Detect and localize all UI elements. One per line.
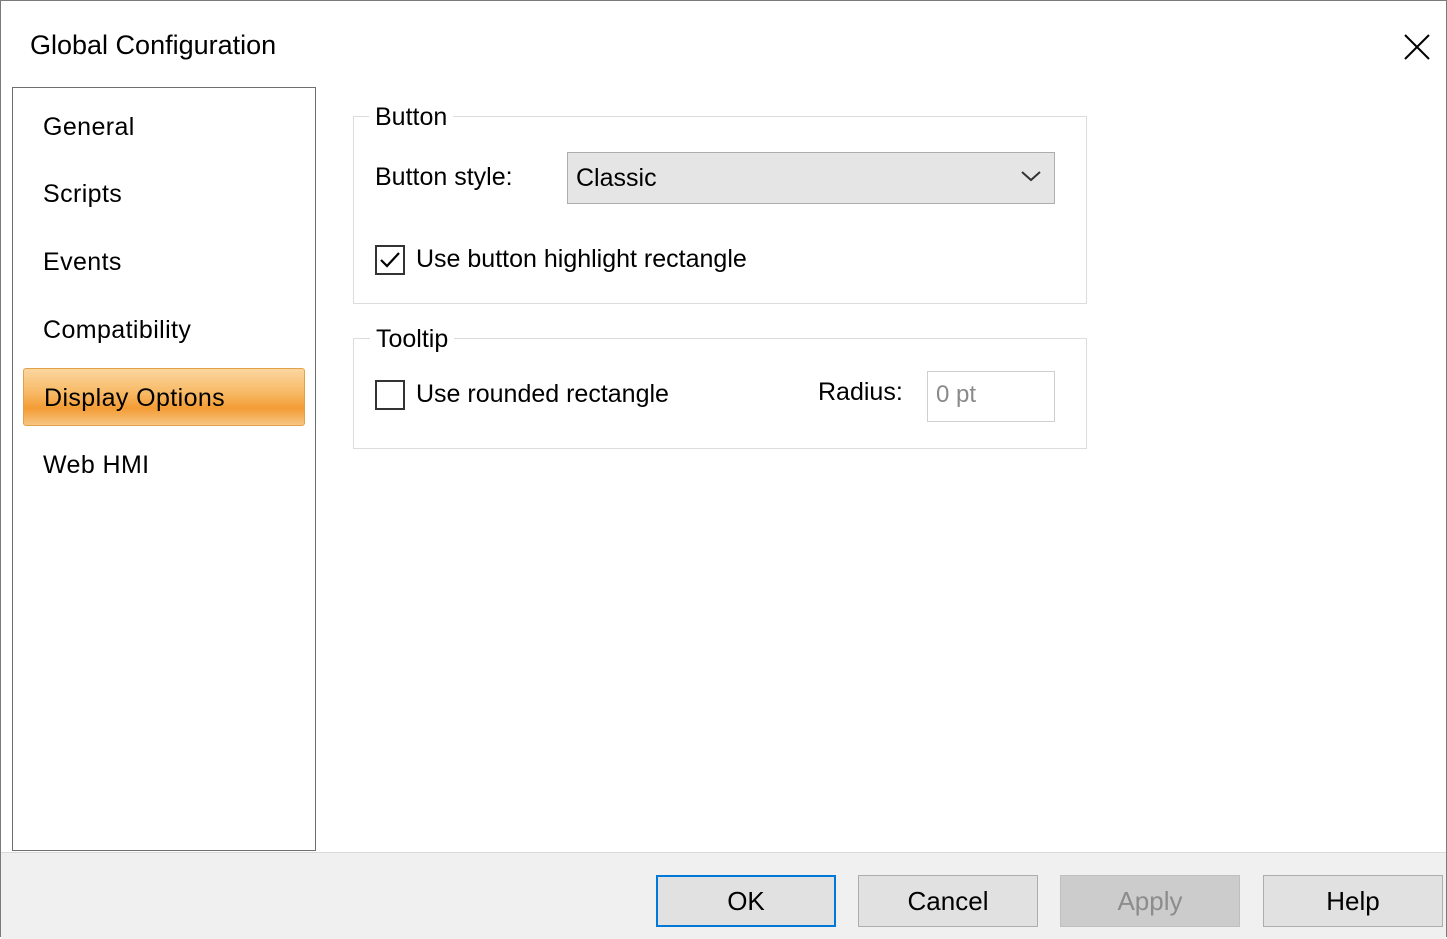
category-list: General Scripts Events Compatibility Dis…: [12, 87, 316, 851]
highlight-rectangle-label: Use button highlight rectangle: [416, 245, 747, 273]
cancel-button[interactable]: Cancel: [858, 875, 1038, 927]
checkmark-icon: [380, 252, 400, 268]
button-style-select[interactable]: Classic: [567, 152, 1055, 204]
nav-item-general[interactable]: General: [23, 98, 305, 156]
rounded-rectangle-checkbox[interactable]: [375, 380, 405, 410]
display-options-panel: Button Button style: Classic Use button …: [321, 87, 1446, 852]
title-bar: Global Configuration: [1, 1, 1446, 89]
radius-input[interactable]: 0 pt: [927, 371, 1055, 422]
button-style-label: Button style:: [375, 163, 513, 191]
global-configuration-dialog: Global Configuration General Scripts Eve…: [0, 0, 1447, 939]
tooltip-group-title: Tooltip: [370, 324, 455, 354]
radius-value: 0 pt: [936, 381, 977, 408]
nav-item-compatibility[interactable]: Compatibility: [23, 301, 305, 359]
window-title: Global Configuration: [30, 30, 277, 60]
apply-button[interactable]: Apply: [1060, 875, 1240, 927]
close-button[interactable]: [1393, 23, 1441, 71]
nav-item-display-options[interactable]: Display Options: [23, 368, 305, 426]
nav-item-web-hmi[interactable]: Web HMI: [23, 436, 305, 494]
highlight-rectangle-checkbox[interactable]: [375, 245, 405, 275]
nav-item-events[interactable]: Events: [23, 233, 305, 291]
chevron-down-icon: [1021, 171, 1041, 182]
radius-label: Radius:: [818, 378, 903, 406]
nav-item-scripts[interactable]: Scripts: [23, 165, 305, 223]
button-group-title: Button: [369, 102, 454, 132]
close-icon: [1404, 34, 1430, 60]
ok-button[interactable]: OK: [656, 875, 836, 927]
dialog-footer: OK Cancel Apply Help: [1, 852, 1446, 939]
button-group: [353, 116, 1087, 304]
button-style-value: Classic: [576, 164, 657, 192]
help-button[interactable]: Help: [1263, 875, 1443, 927]
rounded-rectangle-label: Use rounded rectangle: [416, 380, 669, 408]
